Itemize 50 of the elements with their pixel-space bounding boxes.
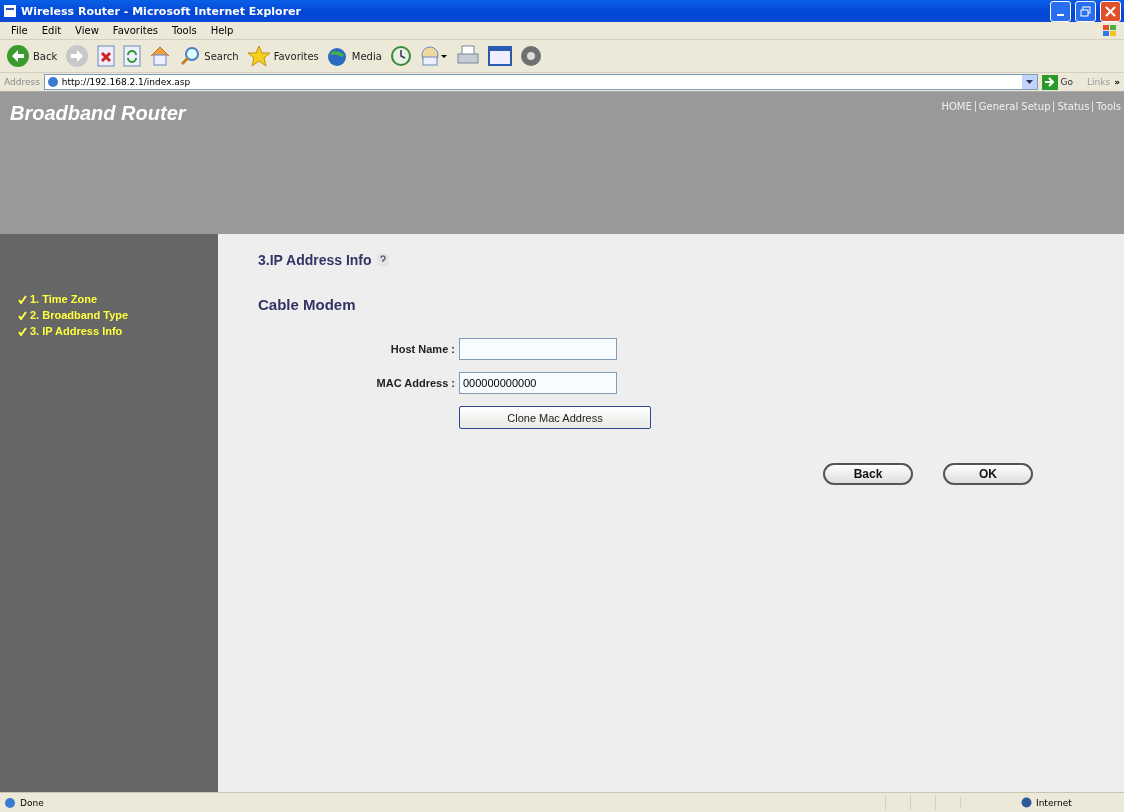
house-icon[interactable] [149,45,172,67]
minimize-button[interactable] [1050,0,1071,22]
window-title: Wireless Router - Microsoft Internet Explorer [21,4,302,18]
disc-icon[interactable] [519,45,542,67]
sidebar-item[interactable]: 1. Time Zone [30,293,98,305]
field-label: Host Name : [389,343,455,355]
caret-icon [1025,80,1033,84]
sidebar-item[interactable]: 2. Broadband Type [30,309,129,321]
close-button[interactable] [1100,0,1121,22]
section-heading: Cable Modem [258,296,357,313]
restore-button[interactable] [1075,0,1096,22]
clock-icon[interactable] [389,45,412,67]
menu-item[interactable]: File [4,25,35,36]
go-button[interactable]: Go [1041,74,1074,90]
clone-mac-button[interactable]: Clone Mac Address [459,406,651,429]
status-text: Done [20,797,44,808]
media-button[interactable]: Media [326,45,382,67]
search-icon [179,45,202,67]
address-label: Address [4,77,40,87]
text-field[interactable] [459,338,617,360]
flag-logo-icon [1102,23,1118,38]
menu-item[interactable]: Tools [165,25,204,36]
more-chevron[interactable]: » [1114,77,1120,87]
field-label: MAC Address : [375,377,455,389]
stop-icon[interactable] [97,45,116,67]
menu-item[interactable]: Favorites [105,25,165,36]
printer-icon[interactable] [455,45,480,67]
search-button[interactable]: Search [179,45,239,67]
help-icon[interactable] [375,253,390,267]
brand-title: Broadband Router [10,102,186,125]
page-heading: 3.IP Address Info [258,252,372,268]
window-icon[interactable] [487,45,512,67]
restore-icon [1080,5,1091,17]
menu-item[interactable]: Edit [34,25,69,36]
favorites-button[interactable]: Favorites [246,45,319,67]
star-icon [246,45,271,67]
pill-button[interactable]: Back [823,463,913,485]
menu-item[interactable]: View [68,25,106,36]
zone-text: Internet [1036,797,1072,808]
pill-button[interactable]: OK [943,463,1033,485]
text-field[interactable]: 000000000000 [459,372,617,394]
dropdown-button[interactable] [1021,75,1037,89]
back-button[interactable]: Back [6,44,58,68]
menu-item[interactable]: Help [203,25,241,36]
sidebar-item[interactable]: 3. IP Address Info [30,325,123,337]
refresh-icon[interactable] [123,45,142,67]
address-field[interactable]: http://192.168.2.1/index.asp [43,74,1038,90]
minimize-icon [1057,13,1064,16]
close-icon [1105,5,1116,17]
browser-page-icon [3,4,17,18]
